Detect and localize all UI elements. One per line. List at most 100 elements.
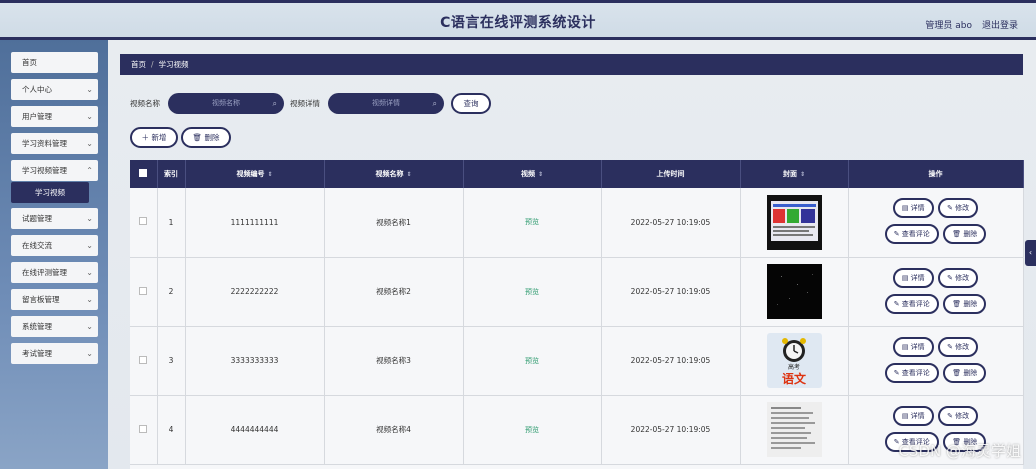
add-button[interactable]: ＋ 新增 [130,127,178,148]
cover-thumbnail[interactable] [766,264,822,319]
view-comments-button[interactable]: ✎ 查看评论 [884,293,939,314]
row-cover-cell [740,257,849,326]
main-content: 首页 / 学习视频 视频名称 视频名称 ⌕ 视频详情 视频详情 ⌕ 查询 ＋ 新增 … [108,40,1036,469]
preview-link[interactable]: 预览 [525,357,539,365]
preview-link[interactable]: 预览 [525,426,539,434]
breadcrumb-current: 学习视频 [158,60,189,69]
row-select-cell[interactable] [130,188,158,257]
chevron-down-icon: ⌄ [86,139,93,148]
current-user: 管理员 abo [925,21,972,31]
chevron-down-icon: ⌄ [86,349,93,358]
sidebar-item-study-video-management[interactable]: 学习视频管理 ⌃ [11,160,98,181]
row-index: 4 [157,395,186,464]
select-all-cell[interactable] [130,160,158,188]
edit-button[interactable]: ✎ 修改 [938,405,979,426]
sidebar-item-online-chat[interactable]: 在线交流 ⌄ [11,235,98,256]
video-name-placeholder: 视频名称 [212,99,240,107]
preview-link[interactable]: 预览 [525,218,539,226]
column-header-video-code[interactable]: 视频编号 ⇕ [185,160,325,188]
detail-button[interactable]: ▤ 详情 [892,336,934,357]
search-icon: ⌕ [272,99,277,108]
edit-button[interactable]: ✎ 修改 [938,336,979,357]
sidebar-item-question-management[interactable]: 试题管理 ⌄ [11,208,98,229]
row-video-cell: 预览 [463,395,602,464]
sidebar-item-personal-center[interactable]: 个人中心 ⌄ [11,79,98,100]
column-header-video-name[interactable]: 视频名称 ⇕ [324,160,464,188]
select-all-checkbox[interactable] [139,169,148,177]
column-header-index: 索引 [157,160,186,188]
detail-label: 详情 [910,204,925,213]
detail-button[interactable]: ▤ 详情 [892,267,934,288]
sidebar-item-exam-management[interactable]: 考试管理 ⌄ [11,343,98,364]
sidebar-item-label: 留言板管理 [22,295,60,304]
cover-thumbnail[interactable]: 高考 语文 [766,333,822,388]
sidebar-item-message-board[interactable]: 留言板管理 ⌄ [11,289,98,310]
row-select-cell[interactable] [130,257,158,326]
column-header-video[interactable]: 视频 ⇕ [463,160,602,188]
video-detail-input[interactable]: 视频详情 ⌕ [328,93,444,114]
row-cover-cell [740,188,849,257]
row-actions: ▤ 详情 ✎ 修改 ✎ 查看评论 🗑 删除 [848,326,1024,395]
video-detail-label: 视频详情 [290,99,320,108]
video-name-input[interactable]: 视频名称 ⌕ [168,93,284,114]
row-checkbox[interactable] [139,424,148,433]
column-header-cover[interactable]: 封面 ⇕ [740,160,849,188]
detail-button[interactable]: ▤ 详情 [892,198,934,219]
delete-label: 删除 [963,299,978,308]
trash-icon: 🗑 [192,133,203,142]
cover-thumbnail[interactable] [766,402,822,457]
watermark: CSDN @海灵学姐 [898,442,1021,460]
logout-link[interactable]: 退出登录 [982,18,1018,31]
column-header-label: 视频编号 [236,170,265,178]
cover-thumbnail[interactable] [766,194,822,250]
delete-button[interactable]: 🗑 删除 [943,224,987,245]
row-checkbox[interactable] [139,217,148,226]
chevron-up-icon: ⌃ [86,166,93,175]
pencil-icon: ✎ [947,273,953,282]
batch-delete-button[interactable]: 🗑 删除 [181,127,231,148]
cover-caption-bottom: 语文 [781,371,806,386]
doc-icon: ▤ [901,204,909,213]
row-checkbox[interactable] [139,286,148,295]
edit-button[interactable]: ✎ 修改 [938,198,979,219]
column-header-upload-time[interactable]: 上传时间 [601,160,741,188]
detail-label: 详情 [910,342,925,351]
sidebar-item-home[interactable]: 首页 [11,52,98,73]
edit-button[interactable]: ✎ 修改 [938,267,979,288]
preview-link[interactable]: 预览 [525,288,539,296]
comments-label: 查看评论 [901,368,930,377]
row-video-code: 1111111111 [185,188,325,257]
breadcrumb-home[interactable]: 首页 [131,60,146,69]
sidebar-item-system-management[interactable]: 系统管理 ⌄ [11,316,98,337]
sidebar-item-online-judge[interactable]: 在线评测管理 ⌄ [11,262,98,283]
delete-button[interactable]: 🗑 删除 [943,362,987,383]
chevron-down-icon: ⌄ [86,295,93,304]
row-upload-time: 2022-05-27 10:19:05 [601,395,741,464]
sidebar-item-study-material[interactable]: 学习资料管理 ⌄ [11,133,98,154]
table-row: 1 1111111111 视频名称1 预览 2022-05-27 10:19:0… [130,188,1024,257]
search-icon: ⌕ [432,99,437,108]
row-select-cell[interactable] [130,326,158,395]
edit-label: 修改 [955,411,970,420]
row-video-name: 视频名称2 [324,257,464,326]
view-comments-button[interactable]: ✎ 查看评论 [884,362,939,383]
row-select-cell[interactable] [130,395,158,464]
chevron-down-icon: ⌄ [86,214,93,223]
table-header-row: 索引 视频编号 ⇕ 视频名称 ⇕ 视频 ⇕ 上传时间 封面 ⇕ 操作 [130,160,1024,188]
sidebar-item-user-management[interactable]: 用户管理 ⌄ [11,106,98,127]
sidebar-subitem-study-video[interactable]: 学习视频 [11,182,89,203]
row-video-code: 3333333333 [185,326,325,395]
detail-button[interactable]: ▤ 详情 [892,405,934,426]
delete-button[interactable]: 🗑 删除 [943,293,987,314]
sidebar: 首页 个人中心 ⌄ 用户管理 ⌄ 学习资料管理 ⌄ 学习视频管理 ⌃ 学习视频 试题管理… [0,40,108,469]
add-button-label: 新增 [151,133,167,142]
column-header-actions: 操作 [848,160,1024,188]
sidebar-item-label: 学习资料管理 [22,139,67,148]
row-video-cell: 预览 [463,188,602,257]
sort-icon: ⇕ [799,171,806,178]
collapse-handle[interactable]: ‹ [1025,240,1036,266]
row-video-code: 2222222222 [185,257,325,326]
query-button[interactable]: 查询 [451,93,491,114]
view-comments-button[interactable]: ✎ 查看评论 [884,224,939,245]
row-checkbox[interactable] [139,355,148,364]
